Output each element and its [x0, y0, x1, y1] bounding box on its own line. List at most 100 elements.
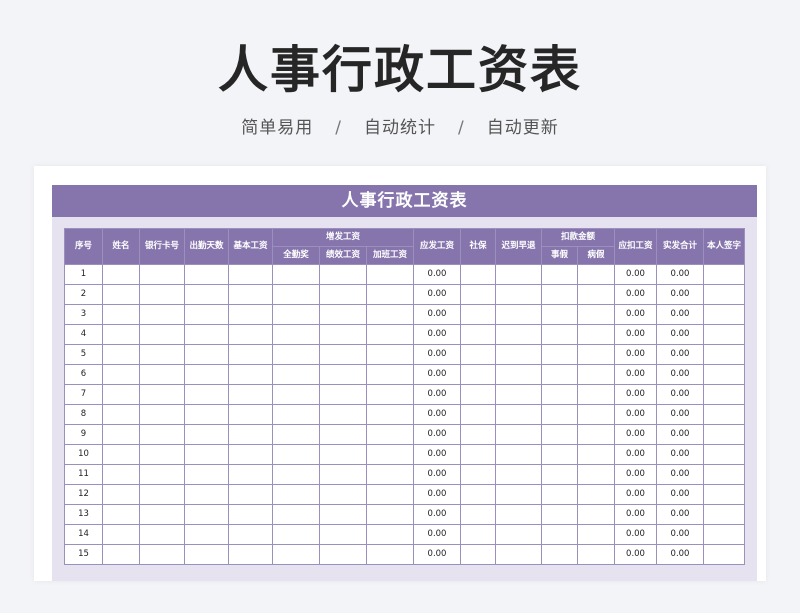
cell-name[interactable]	[102, 384, 140, 405]
cell-sick-leave[interactable]	[577, 264, 615, 285]
cell-personal-leave[interactable]	[541, 524, 578, 545]
cell-name[interactable]	[102, 524, 140, 545]
cell-social-security[interactable]	[460, 364, 496, 385]
cell-base-salary[interactable]	[228, 384, 273, 405]
cell-net-pay[interactable]: 0.00	[656, 444, 704, 465]
cell-name[interactable]	[102, 464, 140, 485]
cell-performance-pay[interactable]	[319, 524, 367, 545]
cell-sick-leave[interactable]	[577, 364, 615, 385]
cell-name[interactable]	[102, 304, 140, 325]
cell-index[interactable]: 1	[64, 264, 103, 285]
cell-index[interactable]: 11	[64, 464, 103, 485]
cell-base-salary[interactable]	[228, 404, 273, 425]
cell-attendance-days[interactable]	[184, 264, 229, 285]
cell-sick-leave[interactable]	[577, 524, 615, 545]
cell-social-security[interactable]	[460, 544, 496, 565]
cell-full-attendance-bonus[interactable]	[272, 344, 320, 365]
cell-name[interactable]	[102, 264, 140, 285]
cell-bank-card[interactable]	[139, 304, 185, 325]
cell-attendance-days[interactable]	[184, 484, 229, 505]
cell-index[interactable]: 6	[64, 364, 103, 385]
cell-net-pay[interactable]: 0.00	[656, 344, 704, 365]
cell-gross-pay[interactable]: 0.00	[413, 424, 461, 445]
cell-bank-card[interactable]	[139, 264, 185, 285]
cell-net-pay[interactable]: 0.00	[656, 264, 704, 285]
cell-signature[interactable]	[703, 544, 745, 565]
cell-attendance-days[interactable]	[184, 384, 229, 405]
cell-full-attendance-bonus[interactable]	[272, 464, 320, 485]
cell-index[interactable]: 13	[64, 504, 103, 525]
cell-index[interactable]: 7	[64, 384, 103, 405]
cell-late-early[interactable]	[495, 504, 542, 525]
cell-social-security[interactable]	[460, 524, 496, 545]
cell-attendance-days[interactable]	[184, 304, 229, 325]
cell-attendance-days[interactable]	[184, 504, 229, 525]
cell-base-salary[interactable]	[228, 264, 273, 285]
cell-base-salary[interactable]	[228, 284, 273, 305]
cell-late-early[interactable]	[495, 424, 542, 445]
cell-sick-leave[interactable]	[577, 384, 615, 405]
cell-net-pay[interactable]: 0.00	[656, 484, 704, 505]
cell-index[interactable]: 10	[64, 444, 103, 465]
cell-social-security[interactable]	[460, 344, 496, 365]
cell-name[interactable]	[102, 324, 140, 345]
cell-index[interactable]: 2	[64, 284, 103, 305]
cell-overtime-pay[interactable]	[366, 524, 414, 545]
cell-social-security[interactable]	[460, 324, 496, 345]
cell-net-pay[interactable]: 0.00	[656, 544, 704, 565]
cell-performance-pay[interactable]	[319, 304, 367, 325]
cell-full-attendance-bonus[interactable]	[272, 484, 320, 505]
cell-attendance-days[interactable]	[184, 544, 229, 565]
cell-performance-pay[interactable]	[319, 284, 367, 305]
cell-net-pay[interactable]: 0.00	[656, 324, 704, 345]
cell-late-early[interactable]	[495, 324, 542, 345]
cell-attendance-days[interactable]	[184, 364, 229, 385]
cell-social-security[interactable]	[460, 304, 496, 325]
cell-index[interactable]: 15	[64, 544, 103, 565]
cell-bank-card[interactable]	[139, 524, 185, 545]
cell-signature[interactable]	[703, 484, 745, 505]
cell-gross-pay[interactable]: 0.00	[413, 524, 461, 545]
cell-sick-leave[interactable]	[577, 424, 615, 445]
cell-total-deductions[interactable]: 0.00	[614, 524, 657, 545]
cell-gross-pay[interactable]: 0.00	[413, 464, 461, 485]
cell-late-early[interactable]	[495, 484, 542, 505]
cell-personal-leave[interactable]	[541, 324, 578, 345]
cell-attendance-days[interactable]	[184, 284, 229, 305]
cell-sick-leave[interactable]	[577, 324, 615, 345]
cell-total-deductions[interactable]: 0.00	[614, 264, 657, 285]
cell-total-deductions[interactable]: 0.00	[614, 344, 657, 365]
cell-gross-pay[interactable]: 0.00	[413, 284, 461, 305]
cell-bank-card[interactable]	[139, 424, 185, 445]
cell-signature[interactable]	[703, 444, 745, 465]
cell-full-attendance-bonus[interactable]	[272, 304, 320, 325]
cell-overtime-pay[interactable]	[366, 384, 414, 405]
cell-net-pay[interactable]: 0.00	[656, 524, 704, 545]
cell-total-deductions[interactable]: 0.00	[614, 284, 657, 305]
cell-overtime-pay[interactable]	[366, 544, 414, 565]
cell-overtime-pay[interactable]	[366, 344, 414, 365]
cell-overtime-pay[interactable]	[366, 484, 414, 505]
cell-index[interactable]: 4	[64, 324, 103, 345]
cell-full-attendance-bonus[interactable]	[272, 424, 320, 445]
cell-personal-leave[interactable]	[541, 344, 578, 365]
cell-attendance-days[interactable]	[184, 344, 229, 365]
cell-net-pay[interactable]: 0.00	[656, 504, 704, 525]
cell-signature[interactable]	[703, 464, 745, 485]
cell-base-salary[interactable]	[228, 424, 273, 445]
cell-sick-leave[interactable]	[577, 404, 615, 425]
cell-performance-pay[interactable]	[319, 484, 367, 505]
cell-signature[interactable]	[703, 364, 745, 385]
cell-name[interactable]	[102, 344, 140, 365]
cell-late-early[interactable]	[495, 284, 542, 305]
cell-total-deductions[interactable]: 0.00	[614, 404, 657, 425]
cell-signature[interactable]	[703, 404, 745, 425]
cell-signature[interactable]	[703, 324, 745, 345]
cell-net-pay[interactable]: 0.00	[656, 424, 704, 445]
cell-net-pay[interactable]: 0.00	[656, 404, 704, 425]
cell-base-salary[interactable]	[228, 344, 273, 365]
cell-base-salary[interactable]	[228, 464, 273, 485]
cell-gross-pay[interactable]: 0.00	[413, 404, 461, 425]
cell-attendance-days[interactable]	[184, 324, 229, 345]
cell-performance-pay[interactable]	[319, 504, 367, 525]
